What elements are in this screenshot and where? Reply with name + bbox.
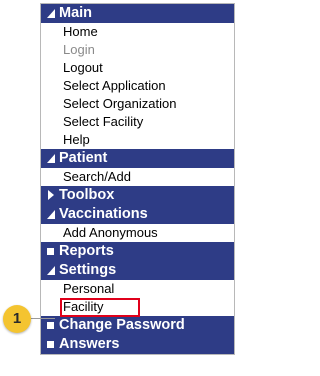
menu-header-toolbox[interactable]: Toolbox: [41, 186, 234, 205]
collapse-triangle-icon: [47, 149, 59, 168]
menu-item-home[interactable]: Home: [41, 23, 234, 41]
square-bullet-icon: [47, 242, 59, 261]
menu-header-reports[interactable]: Reports: [41, 242, 234, 261]
menu-item-select-application[interactable]: Select Application: [41, 77, 234, 95]
square-bullet-icon: [47, 335, 59, 354]
menu-header-change-password[interactable]: Change Password: [41, 316, 234, 335]
callout-badge: 1: [3, 305, 31, 333]
collapse-triangle-icon: [47, 261, 59, 280]
menu-item-search-add[interactable]: Search/Add: [41, 168, 234, 186]
side-menu: Main Home Login Logout Select Applicatio…: [40, 3, 235, 355]
menu-header-patient[interactable]: Patient: [41, 149, 234, 168]
menu-item-add-anonymous[interactable]: Add Anonymous: [41, 224, 234, 242]
menu-header-label: Patient: [59, 150, 108, 166]
menu-item-help[interactable]: Help: [41, 131, 234, 149]
menu-header-label: Main: [59, 5, 93, 21]
menu-item-facility[interactable]: Facility: [41, 298, 234, 317]
menu-header-label: Reports: [59, 243, 114, 259]
callout-connector: [31, 318, 55, 319]
menu-item-select-facility[interactable]: Select Facility: [41, 113, 234, 131]
menu-header-label: Change Password: [59, 317, 185, 333]
menu-item-login: Login: [63, 42, 95, 57]
collapse-triangle-icon: [47, 4, 59, 23]
menu-header-label: Vaccinations: [59, 206, 148, 222]
menu-header-label: Answers: [59, 336, 120, 352]
menu-header-label: Toolbox: [59, 187, 115, 203]
menu-header-vaccinations[interactable]: Vaccinations: [41, 205, 234, 224]
expand-triangle-icon: [47, 186, 59, 205]
menu-item-personal[interactable]: Personal: [41, 280, 234, 298]
menu-header-settings[interactable]: Settings: [41, 261, 234, 280]
menu-header-answers[interactable]: Answers: [41, 335, 234, 354]
menu-header-label: Settings: [59, 262, 117, 278]
menu-item-label: Facility: [63, 299, 104, 314]
menu-item-logout[interactable]: Logout: [41, 59, 234, 77]
collapse-triangle-icon: [47, 205, 59, 224]
menu-header-main[interactable]: Main: [41, 4, 234, 23]
menu-item-select-organization[interactable]: Select Organization: [41, 95, 234, 113]
